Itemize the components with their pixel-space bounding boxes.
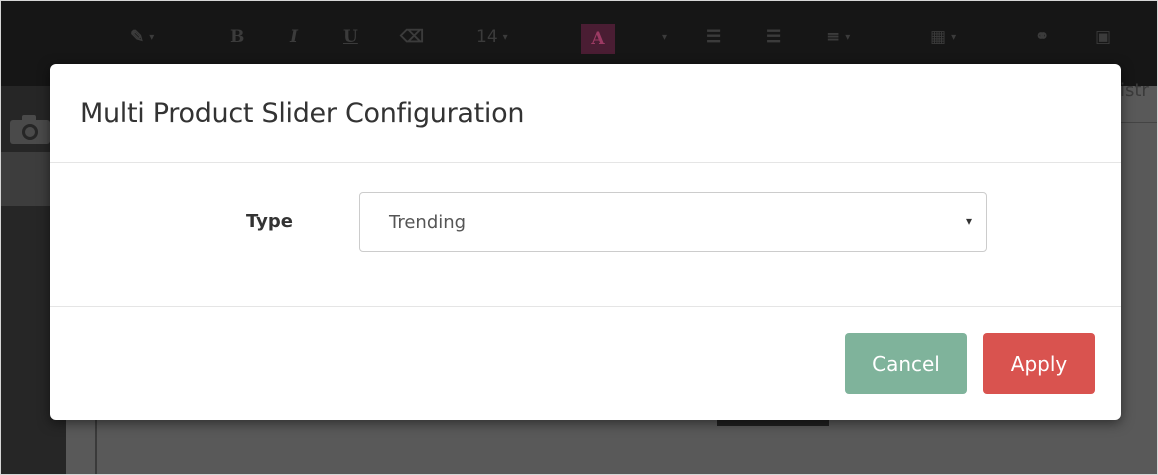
slider-config-modal: Multi Product Slider Configuration Type … — [50, 64, 1121, 420]
modal-body: Type Trending ▾ — [50, 163, 1121, 307]
type-label: Type — [246, 211, 293, 232]
unordered-list-icon[interactable]: ☰ — [706, 24, 721, 50]
background-bar — [717, 420, 829, 426]
font-size-icon[interactable]: 14 ▾ — [476, 24, 508, 50]
modal-title: Multi Product Slider Configuration — [80, 97, 525, 129]
left-sidebar-block — [0, 152, 52, 206]
modal-footer: Cancel Apply — [50, 307, 1121, 420]
chevron-down-icon: ▾ — [965, 214, 972, 228]
ordered-list-icon[interactable]: ☰ — [766, 24, 781, 50]
bold-icon[interactable]: B — [230, 24, 244, 50]
italic-icon[interactable]: I — [290, 24, 298, 50]
cancel-button[interactable]: Cancel — [845, 333, 967, 394]
table-icon[interactable]: ▦ ▾ — [930, 24, 956, 50]
modal-header: Multi Product Slider Configuration — [50, 64, 1121, 163]
font-color-caret-icon[interactable]: ▾ — [657, 24, 667, 50]
magic-wand-icon[interactable]: ✎ ▾ — [130, 24, 154, 50]
type-select[interactable]: Trending ▾ — [359, 192, 987, 252]
camera-icon — [10, 115, 50, 144]
picture-icon[interactable]: ▣ — [1095, 24, 1111, 50]
font-color-icon[interactable]: A — [581, 24, 615, 54]
eraser-icon[interactable]: ⌫ — [400, 24, 424, 50]
underline-icon[interactable]: U — [343, 24, 358, 50]
type-select-value: Trending — [389, 212, 467, 233]
align-icon[interactable]: ≡ ▾ — [826, 24, 850, 50]
apply-button[interactable]: Apply — [983, 333, 1095, 394]
background-peek-text: istr — [1120, 80, 1149, 101]
link-icon[interactable]: ⚭ — [1035, 24, 1049, 50]
